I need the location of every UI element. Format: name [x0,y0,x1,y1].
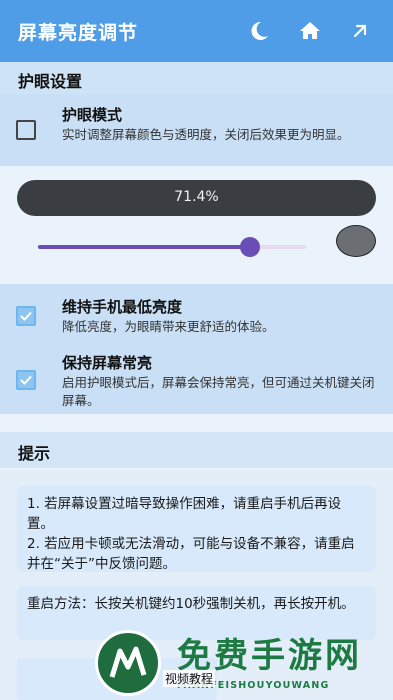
tip-text-2: 重启方法：长按关机键约10秒强制关机，再长按开机。 [27,596,355,612]
eye-settings-header: 护眼设置 [0,62,393,94]
section-title: 护眼设置 [18,72,83,91]
share-arrow-icon[interactable] [348,19,372,43]
check-icon [20,375,32,385]
tips-header: 提示 [0,432,393,468]
min-brightness-desc: 降低亮度，为眼睛带来更舒适的体验。 [62,319,275,334]
brightness-display: 71.4% [17,180,376,216]
brightness-slider-fill [38,245,250,249]
brightness-value: 71.4% [174,189,219,205]
keep-screen-on-title: 保持屏幕常亮 [62,354,153,372]
page-title: 屏幕亮度调节 [18,22,139,44]
moon-icon[interactable] [247,19,271,43]
min-brightness-checkbox[interactable] [16,306,36,326]
home-icon[interactable] [298,19,322,43]
tip-box-1: 1. 若屏幕设置过暗导致操作困难，请重启手机后再设置。 2. 若应用卡顿或无法滑… [17,486,376,572]
eye-mode-checkbox[interactable] [16,120,36,140]
check-icon [20,311,32,321]
keep-screen-on-checkbox[interactable] [16,370,36,390]
tip-box-2: 重启方法：长按关机键约10秒强制关机，再长按开机。 [17,586,376,640]
bottom-button[interactable] [17,658,217,700]
tip-text-1: 1. 若屏幕设置过暗导致操作困难，请重启手机后再设置。 2. 若应用卡顿或无法滑… [27,496,355,572]
options-card: 维持手机最低亮度 降低亮度，为眼睛带来更舒适的体验。 保持屏幕常亮 启用护眼模式… [0,284,393,414]
brightness-slider-track[interactable] [38,245,306,249]
keep-screen-on-desc: 启用护眼模式后，屏幕会保持常亮，但可通过关机键关闭屏幕。 [62,375,375,408]
eye-mode-title: 护眼模式 [62,106,123,124]
color-swatch[interactable] [336,225,376,257]
tips-title: 提示 [18,444,51,463]
brightness-slider-thumb[interactable] [239,237,260,257]
min-brightness-title: 维持手机最低亮度 [62,298,183,316]
eye-mode-row[interactable]: 护眼模式 实时调整屏幕颜色与透明度，关闭后效果更为明显。 [0,94,393,166]
app-bar: 屏幕亮度调节 [0,0,393,62]
eye-mode-desc: 实时调整屏幕颜色与透明度，关闭后效果更为明显。 [62,127,350,142]
